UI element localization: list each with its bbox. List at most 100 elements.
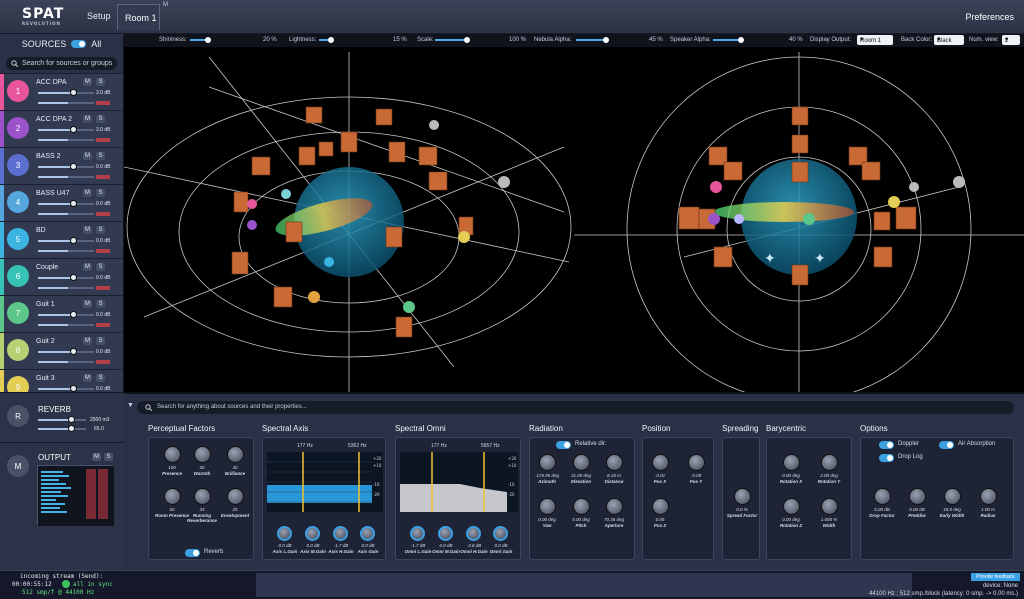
knob[interactable]: 0.00 deg Rotation X bbox=[772, 454, 810, 492]
source-number-badge[interactable]: 5 bbox=[7, 228, 29, 250]
source-row[interactable]: 8 Guit 2 M S 0.0 dB bbox=[0, 332, 123, 370]
knob[interactable]: 0.0 dB Axis Gain bbox=[349, 526, 387, 564]
knob-dial[interactable] bbox=[194, 446, 211, 463]
knob[interactable]: 8.18 m Distance bbox=[595, 454, 633, 492]
source-mute-button[interactable]: M bbox=[83, 115, 92, 123]
knob-dial[interactable] bbox=[573, 498, 590, 515]
source-solo-button[interactable]: S bbox=[96, 226, 105, 234]
knob-dial[interactable] bbox=[164, 446, 181, 463]
source-gain-slider[interactable] bbox=[38, 385, 94, 392]
knob-dial[interactable] bbox=[734, 488, 751, 505]
knob[interactable]: 0.0 dB Omni Gain bbox=[482, 526, 520, 564]
source-mute-button[interactable]: M bbox=[83, 374, 92, 382]
knob[interactable]: 18.0 deg Early Width bbox=[933, 488, 971, 526]
source-gain-slider[interactable] bbox=[38, 89, 94, 96]
output-mute-button[interactable]: M bbox=[92, 453, 101, 461]
collapse-arrow-icon[interactable]: ▼ bbox=[127, 402, 134, 409]
source-solo-button[interactable]: S bbox=[96, 189, 105, 197]
spatial-viewport[interactable]: Shininess: 20 % Lightness: 15 % Scale: 1… bbox=[124, 34, 1024, 392]
knob[interactable]: 6.00 dB Drop Factor bbox=[863, 488, 901, 526]
knob-dial[interactable] bbox=[277, 526, 292, 541]
knob-dial[interactable] bbox=[652, 498, 669, 515]
source-solo-button[interactable]: S bbox=[96, 300, 105, 308]
source-number-badge[interactable]: 4 bbox=[7, 191, 29, 213]
source-mute-button[interactable]: M bbox=[83, 189, 92, 197]
setup-tab[interactable]: Setup bbox=[87, 11, 111, 21]
knob-dial[interactable] bbox=[821, 454, 838, 471]
knob-dial[interactable] bbox=[493, 526, 508, 541]
knob-dial[interactable] bbox=[333, 526, 348, 541]
source-gain-slider[interactable] bbox=[38, 311, 94, 318]
source-row[interactable]: 6 Couple M S 0.0 dB bbox=[0, 258, 123, 296]
source-send-slider[interactable] bbox=[38, 139, 94, 141]
knob-dial[interactable] bbox=[783, 454, 800, 471]
scale-slider[interactable] bbox=[435, 37, 470, 43]
source-solo-button[interactable]: S bbox=[96, 374, 105, 382]
all-toggle[interactable] bbox=[71, 40, 87, 48]
provide-feedback-button[interactable]: Provide feedback bbox=[971, 573, 1020, 581]
knob-dial[interactable] bbox=[194, 488, 211, 505]
source-solo-button[interactable]: S bbox=[96, 152, 105, 160]
reverb-toggle[interactable] bbox=[185, 549, 200, 557]
knob-dial[interactable] bbox=[909, 488, 926, 505]
reverb-bus[interactable]: R REVERB 2500 m3 65.0 bbox=[0, 392, 124, 442]
source-gain-slider[interactable] bbox=[38, 163, 94, 170]
source-send-slider[interactable] bbox=[38, 102, 94, 104]
speaker-alpha-slider[interactable] bbox=[713, 37, 744, 43]
knob-dial[interactable] bbox=[466, 526, 481, 541]
source-mute-button[interactable]: M bbox=[83, 226, 92, 234]
property-search-input[interactable]: Search for anything about sources and th… bbox=[137, 401, 1014, 414]
knob-dial[interactable] bbox=[821, 498, 838, 515]
source-row[interactable]: 5 BD M S 0.0 dB bbox=[0, 221, 123, 259]
source-solo-button[interactable]: S bbox=[96, 337, 105, 345]
source-number-badge[interactable]: 1 bbox=[7, 80, 29, 102]
spectral-axis-graph[interactable]: +20 +10 -10 -20 bbox=[267, 452, 383, 512]
knob[interactable]: 25 Envelopment bbox=[216, 488, 254, 526]
knob[interactable]: -175.95 deg Azimuth bbox=[528, 454, 566, 492]
source-send-slider[interactable] bbox=[38, 250, 94, 252]
source-row[interactable]: 3 BASS 2 M S 0.0 dB bbox=[0, 147, 123, 185]
knob-dial[interactable] bbox=[305, 526, 320, 541]
preferences-button[interactable]: Preferences bbox=[965, 12, 1014, 22]
knob-dial[interactable] bbox=[944, 488, 961, 505]
shininess-slider[interactable] bbox=[190, 37, 211, 43]
knob-dial[interactable] bbox=[606, 454, 623, 471]
source-gain-slider[interactable] bbox=[38, 126, 94, 133]
relative-dir-toggle[interactable] bbox=[556, 441, 571, 449]
source-solo-button[interactable]: S bbox=[96, 263, 105, 271]
num-view-select[interactable]: 2 ▾ bbox=[1002, 35, 1020, 45]
knob-dial[interactable] bbox=[227, 488, 244, 505]
nebula-alpha-slider[interactable] bbox=[576, 37, 609, 43]
source-number-badge[interactable]: 6 bbox=[7, 265, 29, 287]
output-solo-button[interactable]: S bbox=[104, 453, 113, 461]
source-send-slider[interactable] bbox=[38, 287, 94, 289]
knob-dial[interactable] bbox=[438, 526, 453, 541]
knob-dial[interactable] bbox=[652, 454, 669, 471]
air-absorption-toggle[interactable] bbox=[939, 441, 954, 449]
knob-dial[interactable] bbox=[164, 488, 181, 505]
source-send-slider[interactable] bbox=[38, 324, 94, 326]
knob[interactable]: 0.00 deg Rotation Z bbox=[772, 498, 810, 536]
knob[interactable]: 0.0 % Spread Factor bbox=[723, 488, 761, 526]
source-mute-button[interactable]: M bbox=[83, 263, 92, 271]
source-gain-slider[interactable] bbox=[38, 348, 94, 355]
knob[interactable]: 70.36 deg Aperture bbox=[595, 498, 633, 536]
reverb-time-slider[interactable] bbox=[38, 425, 86, 432]
knob[interactable]: 0.00 dB Preddiw bbox=[898, 488, 936, 526]
source-solo-button[interactable]: S bbox=[96, 115, 105, 123]
knob-dial[interactable] bbox=[539, 454, 556, 471]
knob[interactable]: 0.00 deg Yaw bbox=[528, 498, 566, 536]
back-color-select[interactable]: Black ▾ bbox=[934, 35, 964, 45]
source-row[interactable]: 2 ACC DPA 2 M S 3.0 dB bbox=[0, 110, 123, 148]
reverb-volume-slider[interactable] bbox=[38, 416, 86, 423]
source-mute-button[interactable]: M bbox=[83, 300, 92, 308]
source-row[interactable]: 7 Guit 1 M S 0.0 dB bbox=[0, 295, 123, 333]
knob[interactable]: 1.000 % Width bbox=[810, 498, 848, 536]
source-mute-button[interactable]: M bbox=[83, 337, 92, 345]
knob-dial[interactable] bbox=[573, 454, 590, 471]
spectral-omni-graph[interactable]: +20 +10 -10 -20 bbox=[400, 452, 518, 512]
source-row[interactable]: 1 ACC DPA M S 3.0 dB bbox=[0, 73, 123, 111]
knob-dial[interactable] bbox=[874, 488, 891, 505]
knob-dial[interactable] bbox=[688, 454, 705, 471]
source-solo-button[interactable]: S bbox=[96, 78, 105, 86]
